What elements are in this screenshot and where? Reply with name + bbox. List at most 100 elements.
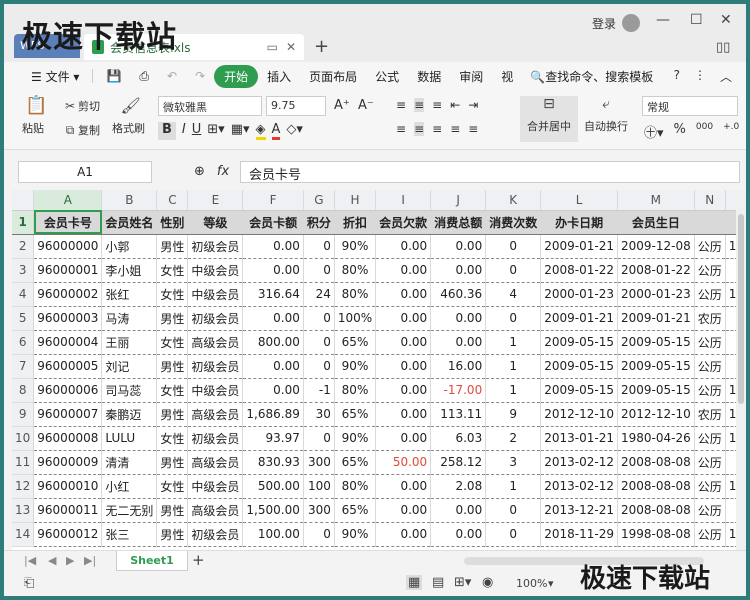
cell[interactable]: 女性 <box>156 330 189 355</box>
add-sheet-button[interactable]: + <box>192 551 205 569</box>
column-header-C[interactable]: C <box>156 190 189 211</box>
font-color-icon[interactable]: A <box>271 122 281 140</box>
cell[interactable]: 96000007 <box>33 402 103 427</box>
cell[interactable]: -17.00 <box>430 378 487 403</box>
cell[interactable]: 316.64 <box>242 282 304 307</box>
cell[interactable]: 1,500.00 <box>242 498 304 523</box>
cell[interactable]: 2009-05-15 <box>617 330 695 355</box>
cell[interactable]: 1,686.89 <box>242 402 304 427</box>
cell[interactable]: 男性 <box>156 522 189 547</box>
cell[interactable]: 司马蕊 <box>101 378 158 403</box>
cell[interactable]: 0 <box>303 354 335 379</box>
cell[interactable]: 男性 <box>156 306 189 331</box>
row-header[interactable]: 2 <box>12 234 35 259</box>
new-tab-button[interactable]: + <box>314 36 329 57</box>
menu-data[interactable]: 数据 <box>408 68 450 85</box>
cell[interactable]: 1980-04-26 <box>617 426 695 451</box>
cell[interactable]: 96000001 <box>33 258 103 283</box>
normal-view-icon[interactable]: ▦ <box>406 575 423 590</box>
cell[interactable]: 0.00 <box>375 354 432 379</box>
cell[interactable]: 500.00 <box>242 474 304 499</box>
currency-icon[interactable]: ㊉▾ <box>644 122 664 141</box>
column-header-J[interactable]: J <box>430 190 487 211</box>
cell[interactable]: 小红 <box>101 474 158 499</box>
cell[interactable]: 2009-01-21 <box>540 306 618 331</box>
command-search[interactable]: 🔍查找命令、搜索模板 <box>530 68 653 85</box>
spreadsheet-grid[interactable]: ABCEFGHIJKLMN 1 会员卡号 会员姓名 性别 等级 会员卡额 积分 折扣 会员欠款消… <box>12 190 736 550</box>
undo-icon[interactable]: ↶ <box>158 69 186 83</box>
cell[interactable]: 2008-01-22 <box>540 258 618 283</box>
cell[interactable]: 公历 <box>694 234 726 259</box>
macro-icon[interactable]: ⎗ <box>24 576 34 591</box>
copy-button[interactable]: ⧉ 复制 <box>62 122 100 138</box>
row-header[interactable]: 1 <box>12 210 35 235</box>
help-icon[interactable]: ? <box>674 68 680 85</box>
header-cell[interactable]: 办卡日期 <box>540 210 618 235</box>
cell[interactable]: 初级会员 <box>187 354 244 379</box>
cell[interactable]: 0.00 <box>375 426 432 451</box>
cell[interactable]: 2018-11-29 <box>540 522 618 547</box>
cell[interactable]: 女性 <box>156 378 189 403</box>
minimize-icon[interactable]: — <box>656 12 670 28</box>
cell[interactable]: 80% <box>334 282 377 307</box>
cell[interactable]: 1 <box>485 354 542 379</box>
cell[interactable]: 公历 <box>694 522 726 547</box>
cell[interactable]: 13 <box>725 378 736 403</box>
row-header[interactable]: 4 <box>12 282 35 307</box>
cell[interactable]: 16.00 <box>430 354 487 379</box>
header-cell[interactable]: 等级 <box>187 210 244 235</box>
cell[interactable]: 0 <box>485 258 542 283</box>
close-tab-icon[interactable]: ✕ <box>286 40 296 54</box>
row-header[interactable]: 10 <box>12 426 35 451</box>
cell[interactable]: 300 <box>303 498 335 523</box>
cell[interactable]: 小郭 <box>101 234 158 259</box>
cell[interactable]: 0.00 <box>375 258 432 283</box>
cell[interactable]: 男性 <box>156 234 189 259</box>
cell[interactable]: 90% <box>334 234 377 259</box>
cell[interactable]: 2009-01-21 <box>617 306 695 331</box>
cell[interactable]: 0 <box>303 330 335 355</box>
cell[interactable]: 王丽 <box>101 330 158 355</box>
column-header-G[interactable]: G <box>303 190 335 211</box>
cell[interactable]: 0.00 <box>242 354 304 379</box>
page-break-view-icon[interactable]: ⊞▾ <box>454 575 471 590</box>
scroll-thumb[interactable] <box>738 214 744 404</box>
save-icon[interactable]: 💾 <box>97 69 130 83</box>
column-header-L[interactable]: L <box>540 190 618 211</box>
collapse-ribbon-icon[interactable]: ︿ <box>720 68 732 85</box>
cell[interactable]: 96000012 <box>33 522 103 547</box>
font-size-select[interactable]: 9.75 <box>266 96 326 116</box>
cell[interactable]: 2008-08-08 <box>617 498 695 523</box>
cell[interactable]: 0 <box>303 306 335 331</box>
cell[interactable]: 高级会员 <box>187 450 244 475</box>
cell[interactable]: 13 <box>725 234 736 259</box>
cell[interactable]: 中级会员 <box>187 282 244 307</box>
cell[interactable]: 1 <box>485 378 542 403</box>
cell[interactable]: 96000006 <box>33 378 103 403</box>
cell[interactable]: 24 <box>303 282 335 307</box>
cell[interactable]: 96000008 <box>33 426 103 451</box>
cell[interactable]: 0.00 <box>430 522 487 547</box>
cell[interactable]: 100.00 <box>242 522 304 547</box>
cell[interactable]: 6.03 <box>430 426 487 451</box>
header-cell[interactable]: 性别 <box>156 210 189 235</box>
cell[interactable]: 2009-05-15 <box>617 354 695 379</box>
menu-formula[interactable]: 公式 <box>366 68 408 85</box>
column-header-K[interactable]: K <box>485 190 542 211</box>
menu-file[interactable]: ☰ 文件 ▾ <box>22 68 88 85</box>
sheet-nav-last-icon[interactable]: ▶| <box>84 554 96 567</box>
cell[interactable]: 公历 <box>694 474 726 499</box>
cell[interactable]: 公历 <box>694 426 726 451</box>
align-left-icon[interactable]: ≡ <box>396 122 406 136</box>
cell[interactable]: 0 <box>485 498 542 523</box>
cell[interactable]: 李小姐 <box>101 258 158 283</box>
cell[interactable]: 30 <box>303 402 335 427</box>
cell[interactable]: 0.00 <box>375 522 432 547</box>
login-area[interactable]: 登录 <box>592 14 641 32</box>
cell[interactable]: 刘记 <box>101 354 158 379</box>
close-window-icon[interactable]: ✕ <box>720 12 732 28</box>
cell[interactable]: 0.00 <box>242 234 304 259</box>
cell[interactable]: 0 <box>303 522 335 547</box>
clear-format-icon[interactable]: ◇▾ <box>286 122 303 140</box>
cell[interactable]: 公历 <box>694 378 726 403</box>
